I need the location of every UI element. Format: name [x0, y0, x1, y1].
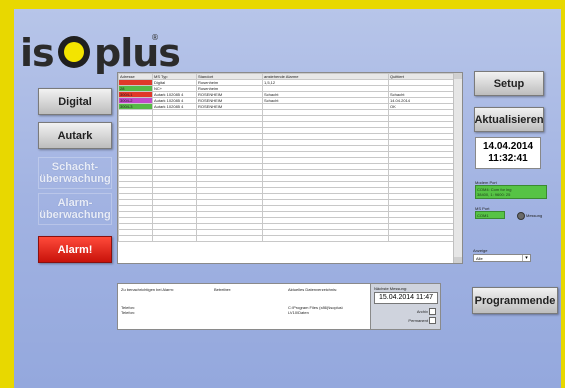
schacht-label-line1: Schacht- — [51, 161, 99, 173]
table-cell — [118, 235, 153, 242]
next-measurement-panel: Nächste Messung: 15.04.2014 11:47 Archiv… — [370, 283, 441, 330]
next-measurement-value: 15.04.2014 11:47 — [374, 292, 438, 304]
datetime-display: 14.04.2014 11:32:41 — [475, 137, 541, 169]
schacht-monitoring-button[interactable]: Schacht-überwachung — [38, 157, 112, 189]
contact-info-panel: Zu benachrichtigen bei Alarm: Betreiber:… — [117, 283, 372, 330]
operator-label: Betreiber: — [214, 287, 232, 292]
next-measurement-label: Nächste Messung: — [374, 286, 408, 291]
display-filter-select[interactable]: Alle ▾ — [473, 254, 531, 262]
current-time: 11:32:41 — [488, 153, 528, 164]
display-filter-value: Alle — [476, 256, 483, 261]
digital-button[interactable]: Digital — [38, 88, 112, 115]
app-window: is plus ® Digital Autark Schacht-überwac… — [14, 9, 561, 388]
logo-text-is: is — [20, 31, 55, 75]
table-cell — [196, 235, 263, 242]
exit-program-button[interactable]: Programmende — [472, 287, 558, 314]
permanent-checkbox-label: Permanent — [408, 318, 428, 323]
phone-label-2: Telefon: — [121, 310, 136, 315]
notify-label: Zu benachrichtigen bei Alarm: — [121, 287, 174, 292]
logo-circle-icon — [58, 36, 90, 68]
archive-checkbox[interactable] — [429, 308, 436, 315]
data-directory-label: Aktuelles Datenverzeichnis: — [288, 287, 338, 292]
scroll-up-icon[interactable] — [454, 73, 462, 79]
refresh-button[interactable]: Aktualisieren — [474, 107, 544, 132]
table-cell — [262, 235, 389, 242]
autark-button[interactable]: Autark — [38, 122, 112, 149]
chevron-down-icon[interactable]: ▾ — [522, 255, 530, 261]
archive-checkbox-label: Archiv — [416, 309, 428, 314]
table-scrollbar[interactable] — [453, 73, 462, 263]
ms-port-field: COM1 — [475, 211, 505, 219]
alarm-label-line2: überwachung — [39, 209, 111, 221]
modem-port-field: COM4: Com for ing 38400, 1: 9600: 25 — [475, 185, 547, 199]
setup-button[interactable]: Setup — [474, 71, 544, 96]
logo-text-plus: plus — [94, 31, 181, 75]
measurement-station-table[interactable]: Adresse MS Typ Standort anstehende Alarm… — [117, 72, 463, 264]
table-cell — [152, 235, 197, 242]
display-filter-label: Anzeige — [473, 248, 488, 253]
measurement-led-label: Messung — [526, 213, 543, 218]
data-directory-path-2: LV10\Daten — [288, 310, 309, 315]
table-cell — [388, 235, 455, 242]
alarm-label-line1: Alarm- — [57, 197, 93, 209]
measurement-led-icon — [517, 212, 525, 220]
current-date: 14.04.2014 — [482, 141, 534, 152]
table-row-empty[interactable] — [118, 235, 455, 242]
schacht-label-line2: überwachung — [39, 173, 111, 185]
alarm-button[interactable]: Alarm! — [38, 236, 112, 263]
scroll-down-icon[interactable] — [454, 257, 462, 263]
alarm-monitoring-button[interactable]: Alarm-überwachung — [38, 193, 112, 225]
permanent-checkbox[interactable] — [429, 317, 436, 324]
registered-mark: ® — [151, 33, 159, 42]
